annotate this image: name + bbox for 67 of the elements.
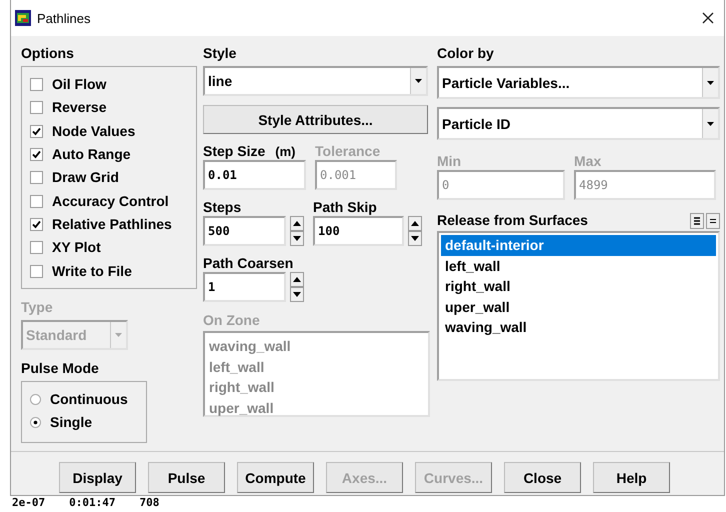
input-field[interactable]: 1 — [203, 272, 286, 302]
window-title: Pathlines — [37, 10, 92, 26]
console-text: 708 — [139, 496, 160, 511]
checkbox[interactable] — [30, 241, 43, 254]
group-label: Options — [21, 45, 74, 62]
checkbox-label[interactable]: Write to File — [52, 262, 132, 280]
input-field[interactable]: 100 — [313, 216, 404, 246]
dialog-button[interactable]: Compute — [237, 462, 314, 493]
checkbox-label[interactable]: Auto Range — [52, 146, 131, 164]
checkbox[interactable] — [30, 78, 43, 92]
checkbox[interactable] — [30, 148, 43, 162]
console-text: 0:01:47 — [69, 496, 116, 511]
field-label: Step Size — [203, 143, 266, 160]
input-field[interactable]: 0.01 — [203, 160, 306, 190]
checkbox[interactable] — [30, 218, 43, 231]
dialog-button[interactable]: Close — [504, 462, 581, 493]
console-text: 2e-07 — [12, 496, 46, 511]
unit-label: (m) — [275, 143, 296, 160]
color-by-dropdown[interactable]: Particle Variables... — [437, 66, 720, 99]
style-attributes-button[interactable]: Style Attributes... — [203, 105, 428, 134]
input-field[interactable]: 500 — [203, 216, 286, 246]
style-dropdown[interactable]: line — [203, 66, 428, 96]
list-item[interactable]: right_wall — [441, 276, 716, 296]
group-label: Pulse Mode — [21, 360, 99, 377]
spinner-arrows-icon[interactable] — [290, 272, 304, 302]
dialog-button[interactable]: Pulse — [148, 462, 225, 493]
variable-dropdown[interactable]: Particle ID — [437, 107, 720, 140]
checkbox[interactable] — [30, 124, 43, 138]
checkbox-label[interactable]: Accuracy Control — [52, 192, 169, 210]
field-label: Max — [574, 153, 602, 170]
list-item[interactable]: uper_wall — [441, 296, 716, 317]
dialog-button[interactable]: Display — [59, 462, 136, 493]
app-icon — [15, 10, 31, 26]
field-label: Release from Surfaces — [437, 212, 588, 229]
field-label: Style — [203, 45, 236, 62]
deselect-all-icon[interactable] — [706, 212, 720, 228]
field-label: Type — [21, 299, 53, 316]
list-item[interactable]: waving_wall — [441, 317, 716, 338]
dialog-button[interactable]: Help — [593, 462, 670, 493]
radio-label[interactable]: Single — [50, 414, 92, 432]
spinner-arrows-icon[interactable] — [290, 216, 304, 246]
field-label: Path Skip — [313, 199, 377, 216]
select-all-icon[interactable] — [690, 212, 704, 228]
checkbox-label[interactable]: Draw Grid — [52, 169, 119, 186]
checkbox-label[interactable]: Oil Flow — [52, 76, 106, 94]
radio-button[interactable] — [30, 394, 41, 406]
field-label: Tolerance — [315, 143, 380, 160]
checkbox-label[interactable]: Relative Pathlines — [52, 216, 172, 233]
radio-button[interactable] — [30, 417, 41, 428]
checkbox[interactable] — [30, 194, 43, 208]
field-label: Color by — [437, 45, 494, 62]
checkbox-label[interactable]: Node Values — [52, 122, 136, 140]
spinner-arrows-icon[interactable] — [408, 216, 422, 246]
close-icon[interactable] — [702, 12, 714, 24]
checkbox[interactable] — [30, 171, 43, 184]
field-label: On Zone — [203, 312, 260, 329]
radio-label[interactable]: Continuous — [50, 391, 128, 408]
checkbox-label[interactable]: XY Plot — [52, 239, 101, 256]
surface-list[interactable]: default-interior left_wall right_wall uper_wall waving_wall — [437, 231, 720, 381]
field-label: Path Coarsen — [203, 255, 294, 272]
field-label: Min — [437, 153, 462, 170]
checkbox[interactable] — [30, 101, 43, 114]
list-item[interactable]: left_wall — [441, 256, 716, 276]
checkbox[interactable] — [30, 264, 43, 278]
checkbox-label[interactable]: Reverse — [52, 99, 106, 116]
field-label: Steps — [203, 199, 242, 216]
list-item[interactable]: default-interior — [441, 235, 716, 256]
